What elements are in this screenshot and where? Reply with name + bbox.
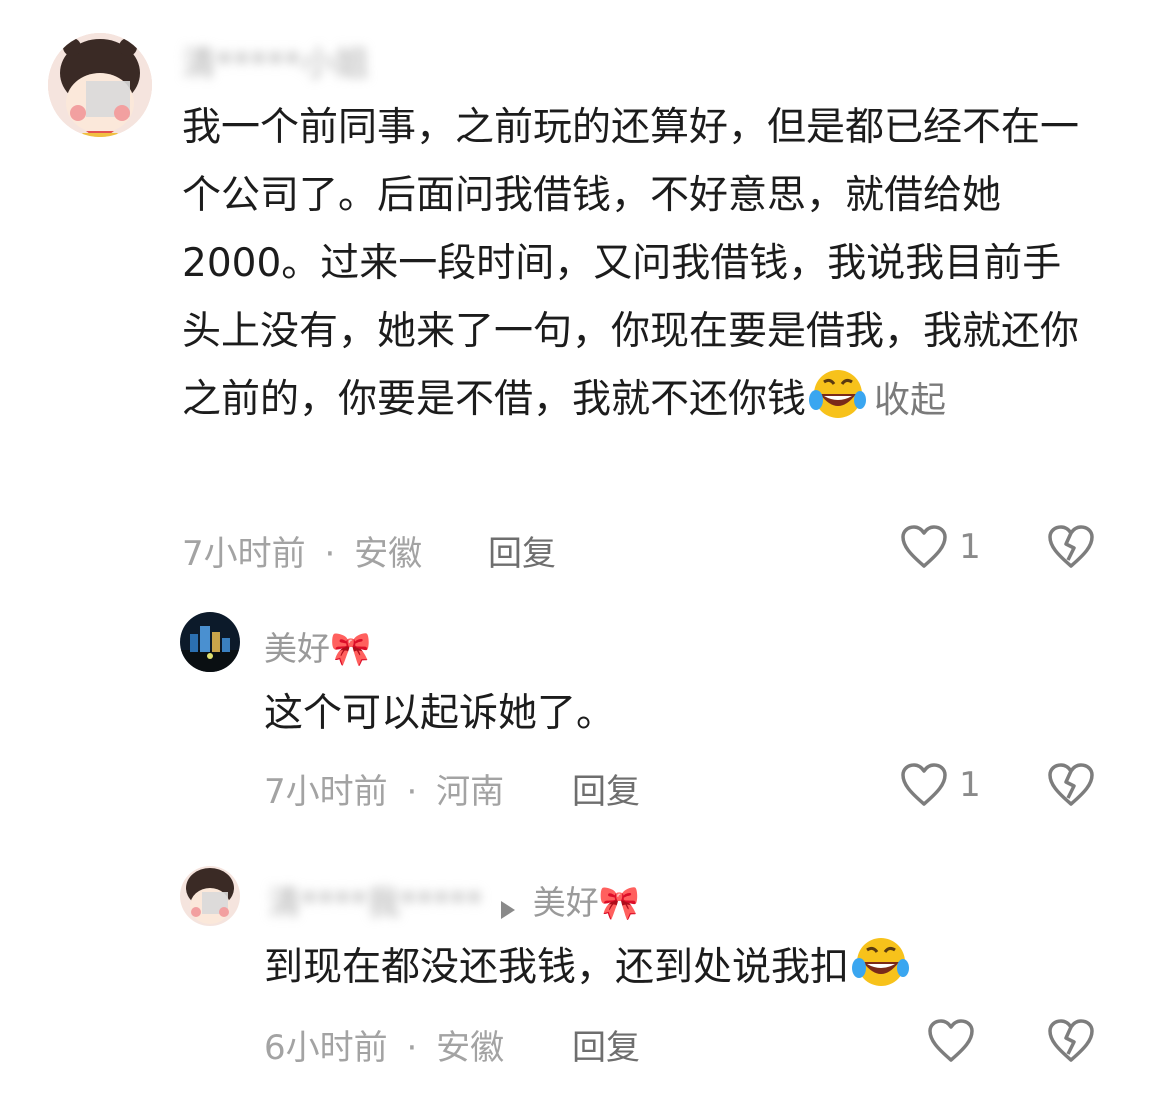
reply-header: 清****我***** 美好🎀: [268, 876, 640, 924]
comment-text: 我一个前同事，之前玩的还算好，但是都已经不在一个公司了。后面问我借钱，不好意思，…: [182, 94, 1097, 444]
location: 安徽: [354, 534, 423, 574]
comment-meta: 7小时前 · 安徽: [182, 526, 422, 575]
comment-meta: 6小时前 · 安徽: [264, 1020, 504, 1069]
comment-text: 这个可以起诉她了。: [264, 691, 616, 736]
avatar[interactable]: [180, 612, 240, 672]
comment-meta: 7小时前 · 河南: [264, 764, 504, 813]
reply-button[interactable]: 回复: [488, 526, 556, 575]
separator-dot: ·: [324, 534, 336, 574]
avatar[interactable]: [48, 33, 152, 137]
dislike-button[interactable]: [1047, 762, 1095, 812]
location: 安徽: [436, 1028, 505, 1068]
laughing-tears-emoji-icon: [806, 366, 867, 444]
author-name[interactable]: 清****我*****: [268, 883, 483, 922]
heart-outline-icon: [928, 1019, 974, 1062]
like-button[interactable]: 1: [900, 524, 981, 570]
heart-outline-icon: [901, 763, 947, 806]
timestamp: 6小时前: [264, 1028, 388, 1068]
reply-to-name[interactable]: 美好🎀: [533, 883, 640, 922]
play-triangle-icon: [500, 900, 515, 919]
like-count: 1: [959, 527, 981, 567]
like-button[interactable]: [927, 1018, 975, 1068]
reply-button[interactable]: 回复: [572, 1020, 640, 1069]
separator-dot: ·: [406, 1028, 418, 1068]
comment-body: 到现在都没还我钱，还到处说我扣: [264, 945, 850, 990]
like-button[interactable]: 1: [900, 762, 981, 808]
reply-button[interactable]: 回复: [572, 764, 640, 813]
dislike-button[interactable]: [1047, 524, 1095, 574]
author-name[interactable]: 美好🎀: [264, 622, 371, 670]
avatar[interactable]: [180, 866, 240, 926]
heart-outline-icon: [901, 525, 947, 568]
collapse-link[interactable]: 收起: [874, 380, 946, 421]
broken-heart-icon: [1048, 763, 1094, 806]
comment-text: 到现在都没还我钱，还到处说我扣: [264, 934, 910, 1012]
laughing-tears-emoji-icon: [849, 934, 910, 1012]
timestamp: 7小时前: [182, 534, 306, 574]
separator-dot: ·: [406, 772, 418, 812]
dislike-button[interactable]: [1047, 1018, 1095, 1068]
broken-heart-icon: [1048, 525, 1094, 568]
like-count: 1: [959, 765, 981, 805]
comment-body: 我一个前同事，之前玩的还算好，但是都已经不在一个公司了。后面问我借钱，不好意思，…: [182, 105, 1080, 422]
location: 河南: [436, 772, 505, 812]
timestamp: 7小时前: [264, 772, 388, 812]
author-name[interactable]: 清*****小姐: [182, 36, 369, 85]
broken-heart-icon: [1048, 1019, 1094, 1062]
